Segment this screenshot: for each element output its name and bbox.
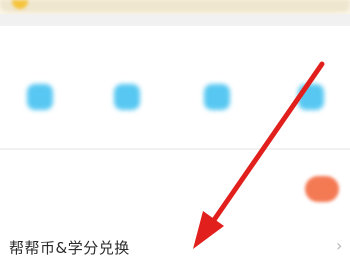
arrow-shaft [202, 61, 325, 236]
arrow-head [193, 211, 224, 249]
red-arrow-annotation [193, 61, 325, 249]
